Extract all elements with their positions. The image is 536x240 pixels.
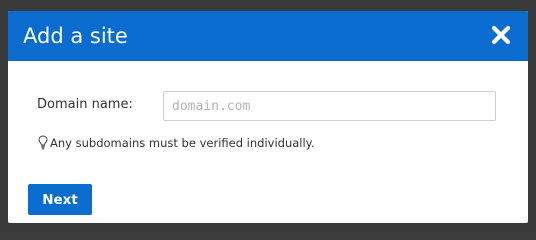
close-button[interactable] (490, 24, 512, 46)
domain-name-label: Domain name: (37, 97, 133, 112)
hint-text: Any subdomains must be verified individu… (50, 135, 315, 150)
dialog-title: Add a site (23, 24, 128, 48)
domain-name-input[interactable] (163, 91, 496, 121)
dialog-header: Add a site (8, 11, 528, 61)
add-site-dialog: Add a site Domain name: Any subdomains m… (8, 11, 528, 223)
subdomain-hint: Any subdomains must be verified individu… (38, 135, 315, 150)
lightbulb-icon (38, 135, 48, 150)
close-icon (490, 24, 512, 46)
next-button[interactable]: Next (28, 184, 92, 215)
